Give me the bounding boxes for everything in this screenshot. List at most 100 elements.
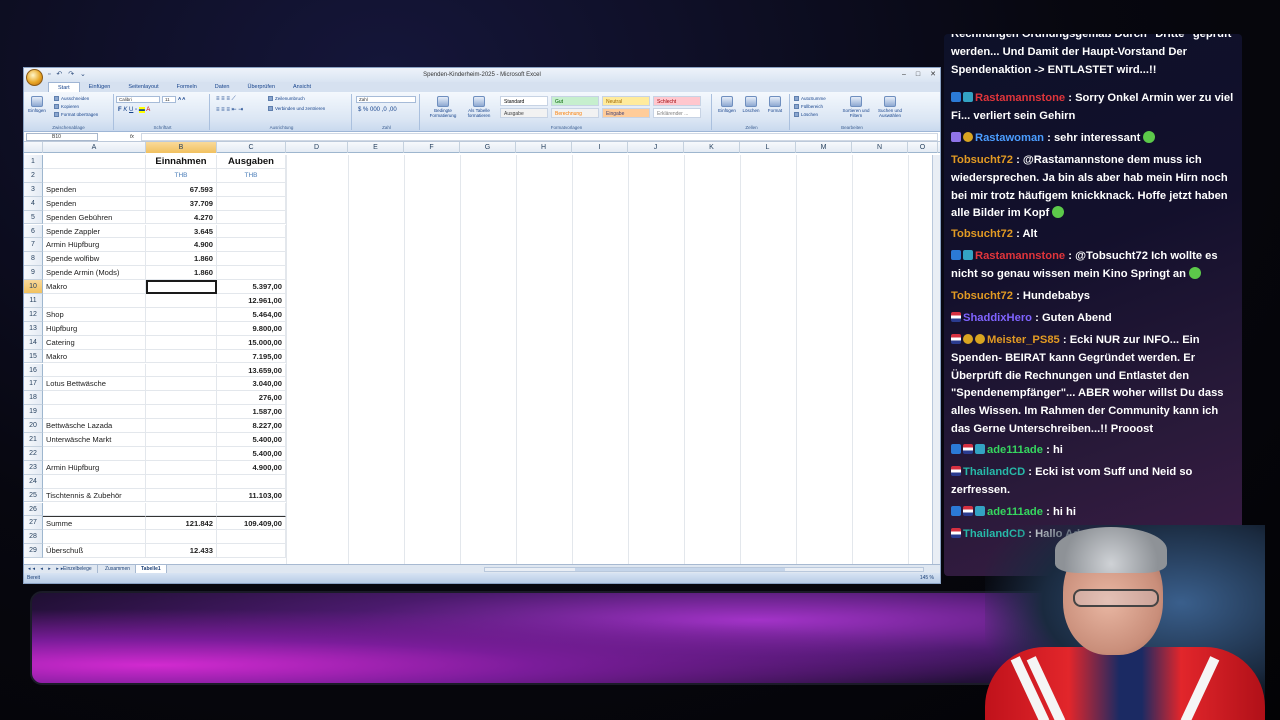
- clear-button[interactable]: Löschen: [794, 112, 818, 118]
- chat-username[interactable]: Rastawoman: [975, 132, 1044, 144]
- tab-page-layout[interactable]: Seitenlayout: [119, 82, 167, 92]
- column-header-e[interactable]: E: [348, 142, 404, 153]
- tab-start[interactable]: Start: [48, 82, 80, 92]
- column-header-d[interactable]: D: [286, 142, 348, 153]
- horizontal-align-buttons[interactable]: ≡ ≡ ≡ ⇤ ⇥: [216, 106, 243, 113]
- cell-style-2[interactable]: Gut: [551, 96, 599, 106]
- cell-c24[interactable]: [217, 474, 286, 489]
- cell-b24[interactable]: [146, 474, 217, 489]
- cell-b29[interactable]: 12.433: [146, 544, 217, 559]
- cell-a18[interactable]: [43, 391, 146, 406]
- cell-b25[interactable]: [146, 488, 217, 503]
- cell-style-8[interactable]: Erklärender ...: [653, 108, 701, 118]
- cut-button[interactable]: Ausschneiden: [54, 96, 89, 102]
- cell-b4[interactable]: 37.709: [146, 196, 217, 211]
- cell-c23[interactable]: 4.900,00: [217, 460, 286, 475]
- name-box[interactable]: B10: [26, 133, 98, 141]
- row-header[interactable]: 25: [24, 488, 43, 503]
- row-header[interactable]: 10: [24, 280, 43, 294]
- tab-review[interactable]: Überprüfen: [238, 82, 284, 92]
- tab-view[interactable]: Ansicht: [284, 82, 320, 92]
- cell-c29[interactable]: [217, 544, 286, 559]
- cell-b1[interactable]: Einnahmen: [146, 155, 217, 169]
- cell-style-5[interactable]: Ausgabe: [500, 108, 548, 118]
- cell-c10[interactable]: 5.397,00: [217, 280, 286, 294]
- find-select-button[interactable]: Suchen und Auswählen: [874, 96, 906, 118]
- column-header-a[interactable]: A: [43, 142, 146, 153]
- cell-a13[interactable]: Hüpfburg: [43, 321, 146, 336]
- insert-cells-button[interactable]: Einfügen: [716, 96, 738, 116]
- cell-b2[interactable]: THB: [146, 168, 217, 183]
- cell-a1[interactable]: [43, 155, 146, 169]
- row-header[interactable]: 8: [24, 252, 43, 267]
- vertical-scrollbar[interactable]: [932, 155, 940, 565]
- row-header[interactable]: 2: [24, 168, 43, 183]
- row-header[interactable]: 14: [24, 335, 43, 350]
- cell-c11[interactable]: 12.961,00: [217, 294, 286, 308]
- merge-center-button[interactable]: Verbinden und zentrieren: [268, 106, 325, 112]
- font-size-select[interactable]: 11: [162, 96, 176, 103]
- chat-username[interactable]: ade111ade: [987, 444, 1043, 456]
- chat-username[interactable]: ade111ade: [987, 506, 1043, 518]
- fill-button[interactable]: Füllbereich: [794, 104, 823, 110]
- minimize-button[interactable]: –: [902, 68, 906, 82]
- cell-b13[interactable]: [146, 321, 217, 336]
- office-button[interactable]: [26, 69, 43, 86]
- cell-b23[interactable]: [146, 460, 217, 475]
- cell-b3[interactable]: 67.593: [146, 182, 217, 197]
- cell-a14[interactable]: Catering: [43, 335, 146, 350]
- column-header-c[interactable]: C: [217, 142, 286, 153]
- tab-data[interactable]: Daten: [206, 82, 239, 92]
- cell-c1[interactable]: Ausgaben: [217, 155, 286, 169]
- column-header-j[interactable]: J: [628, 142, 684, 153]
- cell-b28[interactable]: [146, 530, 217, 545]
- cell-a28[interactable]: [43, 530, 146, 545]
- cell-c28[interactable]: [217, 530, 286, 545]
- cell-a22[interactable]: [43, 446, 146, 461]
- paste-button[interactable]: Einfügen: [26, 96, 48, 116]
- cell-b19[interactable]: [146, 405, 217, 420]
- format-cells-button[interactable]: Format: [764, 96, 786, 116]
- spreadsheet-grid[interactable]: 1 Einnahmen Ausgaben 2 THB THB 3 Spenden 67.593 4…: [24, 155, 940, 566]
- cell-a5[interactable]: Spenden Gebühren: [43, 210, 146, 225]
- cell-b22[interactable]: [146, 446, 217, 461]
- column-header-b[interactable]: B: [146, 142, 217, 153]
- tab-formulas[interactable]: Formeln: [168, 82, 206, 92]
- row-header[interactable]: 9: [24, 266, 43, 281]
- cell-a25[interactable]: Tischtennis & Zubehör: [43, 488, 146, 503]
- cell-a26[interactable]: [43, 502, 146, 517]
- cell-a19[interactable]: [43, 405, 146, 420]
- row-header[interactable]: 16: [24, 363, 43, 378]
- cell-a3[interactable]: Spenden: [43, 182, 146, 197]
- conditional-format-button[interactable]: Bedingte Formatierung: [426, 96, 460, 118]
- cell-c14[interactable]: 15.000,00: [217, 335, 286, 350]
- maximize-button[interactable]: □: [916, 68, 920, 82]
- row-header[interactable]: 26: [24, 502, 43, 517]
- chat-username[interactable]: Rastamannstone: [975, 92, 1065, 104]
- row-header[interactable]: 5: [24, 210, 43, 225]
- column-header-l[interactable]: L: [740, 142, 796, 153]
- cell-a11[interactable]: [43, 294, 146, 308]
- cell-a10[interactable]: Makro: [43, 280, 146, 294]
- cell-style-3[interactable]: Neutral: [602, 96, 650, 106]
- fx-icon[interactable]: fx: [130, 132, 134, 142]
- cell-c25[interactable]: 11.103,00: [217, 488, 286, 503]
- cell-b8[interactable]: 1.860: [146, 252, 217, 267]
- cell-a21[interactable]: Unterwäsche Markt: [43, 433, 146, 447]
- cell-style-7[interactable]: Eingabe: [602, 108, 650, 118]
- formula-input[interactable]: [141, 133, 938, 141]
- number-format-select[interactable]: Zahl: [356, 96, 416, 103]
- row-header[interactable]: 18: [24, 391, 43, 406]
- cell-a27[interactable]: Summe: [43, 516, 146, 531]
- cell-b15[interactable]: [146, 349, 217, 364]
- close-button[interactable]: ✕: [930, 68, 936, 82]
- number-format-buttons[interactable]: $ % 000 ,0 ,00: [358, 107, 397, 113]
- horizontal-scrollbar[interactable]: [484, 567, 924, 572]
- column-header-k[interactable]: K: [684, 142, 740, 153]
- cell-a17[interactable]: Lotus Bettwäsche: [43, 377, 146, 392]
- cell-a8[interactable]: Spende wolfibw: [43, 252, 146, 267]
- cell-b21[interactable]: [146, 433, 217, 447]
- font-grow-button[interactable]: A A: [178, 96, 185, 101]
- row-header[interactable]: 19: [24, 405, 43, 420]
- column-header-n[interactable]: N: [852, 142, 908, 153]
